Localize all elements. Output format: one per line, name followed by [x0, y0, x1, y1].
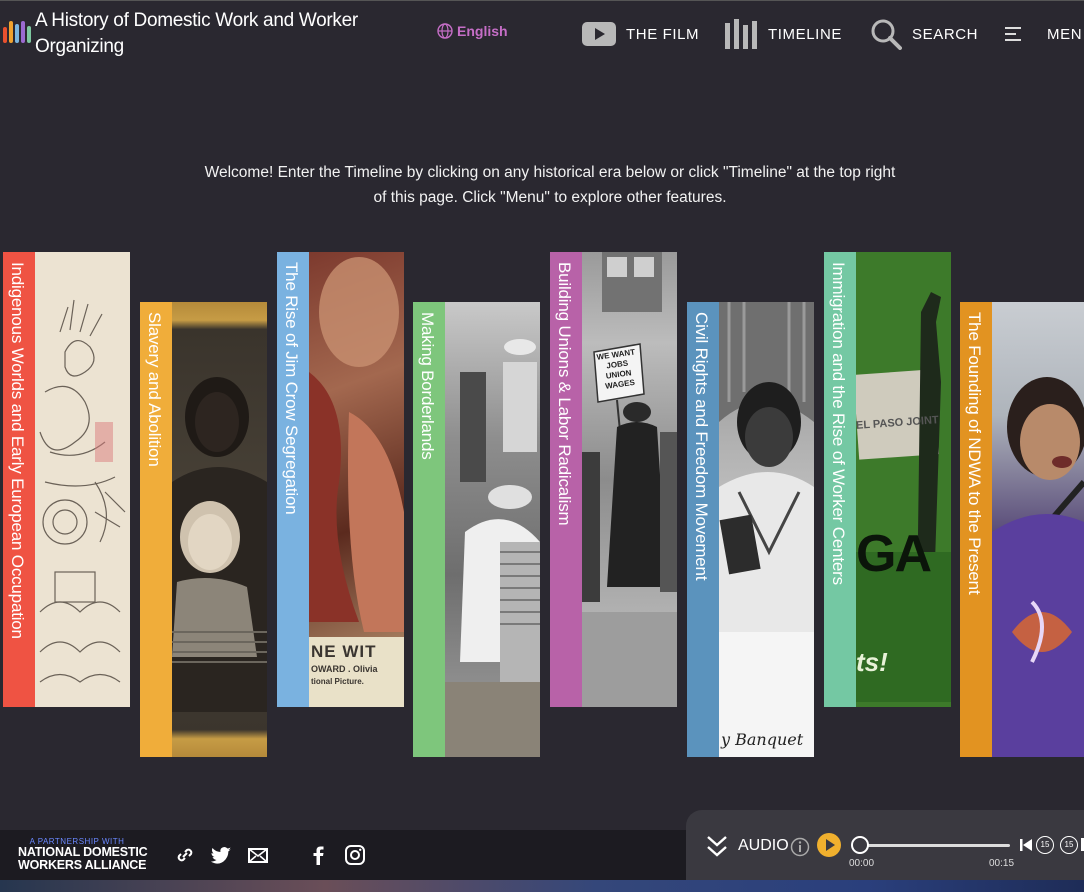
play-button[interactable]	[817, 833, 841, 857]
era-slavery-abolition[interactable]: Slavery and Abolition	[140, 302, 267, 757]
portrait-photo-image	[172, 302, 267, 757]
poster-slogan-text: ts!	[856, 647, 888, 677]
audio-progress-track[interactable]	[854, 844, 1010, 847]
era-label: The Rise of Jim Crow Segregation	[282, 262, 301, 515]
nav-film[interactable]: THE FILM	[582, 17, 699, 51]
timeline-bars-icon	[725, 19, 757, 49]
footer-background-strip	[0, 880, 1084, 892]
play-video-icon	[582, 22, 616, 46]
audio-label: AUDIO	[738, 837, 789, 854]
welcome-text: Welcome! Enter the Timeline by clicking …	[204, 164, 896, 206]
era-ndwa-present[interactable]: The Founding of NDWA to the Present	[960, 302, 1084, 757]
forward-15-button[interactable]: 15	[1060, 836, 1078, 854]
language-selector[interactable]: English	[437, 23, 508, 39]
instagram-icon[interactable]	[344, 844, 366, 866]
era-label: Building Unions & Labor Radicalism	[555, 262, 574, 526]
rewind-15-button[interactable]: 15	[1036, 836, 1054, 854]
skip-to-start-icon[interactable]	[1019, 838, 1033, 852]
era-label: Making Borderlands	[418, 312, 437, 460]
portrait-photo-image: y Banquet	[719, 302, 814, 757]
era-civil-rights[interactable]: Civil Rights and Freedom Movement y Banq…	[687, 302, 814, 757]
speaker-photo-image	[992, 302, 1084, 757]
rally-poster-image: GA ts! EL PASO JOINT	[853, 252, 951, 707]
poster-title-text: NE WIT	[311, 642, 377, 661]
nav-search-label: SEARCH	[912, 25, 979, 43]
protest-photo-image: WE WANT JOBS UNION WAGES	[582, 252, 677, 707]
era-borderlands[interactable]: Making Borderlands	[413, 302, 540, 757]
site-title[interactable]: A History of Domestic Work and Worker Or…	[35, 8, 365, 60]
collapse-chevron-icon[interactable]	[706, 834, 728, 858]
nav-menu-label: MEN	[1047, 25, 1083, 43]
site-header: A History of Domestic Work and Worker Or…	[0, 0, 1084, 66]
era-label: Immigration and the Rise of Worker Cente…	[829, 262, 848, 585]
era-indigenous-worlds[interactable]: Indigenous Worlds and Early European Occ…	[3, 252, 130, 707]
link-icon[interactable]	[174, 844, 196, 866]
language-label: English	[457, 23, 508, 39]
era-label: The Founding of NDWA to the Present	[965, 312, 984, 595]
poster-credit-text: OWARD . Olivia	[311, 664, 378, 674]
era-label: Civil Rights and Freedom Movement	[692, 312, 711, 581]
signature-text: y Banquet	[721, 730, 804, 749]
audio-progress-handle[interactable]	[851, 836, 869, 854]
facebook-icon[interactable]	[308, 844, 330, 866]
nav-timeline-label: TIMELINE	[768, 25, 842, 43]
poster-big-text: GA	[856, 525, 932, 583]
nav-film-label: THE FILM	[626, 25, 700, 43]
audio-player: AUDIO 00:00 00:15 15 15	[686, 810, 1084, 880]
info-icon[interactable]	[790, 837, 810, 857]
globe-icon	[437, 23, 453, 39]
poster-studio-text: tional Picture.	[311, 677, 364, 686]
protest-sign-text: WE WANT JOBS UNION WAGES	[596, 347, 636, 391]
nav-search[interactable]: SEARCH	[870, 17, 978, 51]
twitter-icon[interactable]	[211, 844, 233, 866]
search-icon	[871, 19, 902, 50]
nav-menu[interactable]: MEN	[1005, 17, 1082, 51]
email-icon[interactable]	[247, 844, 269, 866]
era-jim-crow[interactable]: The Rise of Jim Crow Segregation NE WIT …	[277, 252, 404, 707]
menu-icon	[1005, 27, 1021, 41]
audio-end-time: 00:15	[989, 858, 1015, 869]
film-poster-image: NE WIT OWARD . Olivia tional Picture.	[309, 252, 404, 707]
partner-name-line2: WORKERS ALLIANCE	[18, 858, 147, 872]
nav-timeline[interactable]: TIMELINE	[724, 17, 842, 51]
era-immigration-worker-centers[interactable]: Immigration and the Rise of Worker Cente…	[824, 252, 951, 707]
era-building-unions[interactable]: Building Unions & Labor Radicalism WE WA…	[550, 252, 677, 707]
ndwa-partner-logo[interactable]: A PARTNERSHIP WITH NATIONAL DOMESTIC WOR…	[18, 837, 148, 872]
audio-current-time: 00:00	[849, 858, 875, 869]
workers-photo-image	[445, 302, 540, 757]
codex-drawing-image	[35, 252, 130, 707]
logo-icon[interactable]	[3, 21, 31, 43]
era-label: Indigenous Worlds and Early European Occ…	[8, 262, 27, 639]
era-label: Slavery and Abolition	[145, 312, 164, 467]
